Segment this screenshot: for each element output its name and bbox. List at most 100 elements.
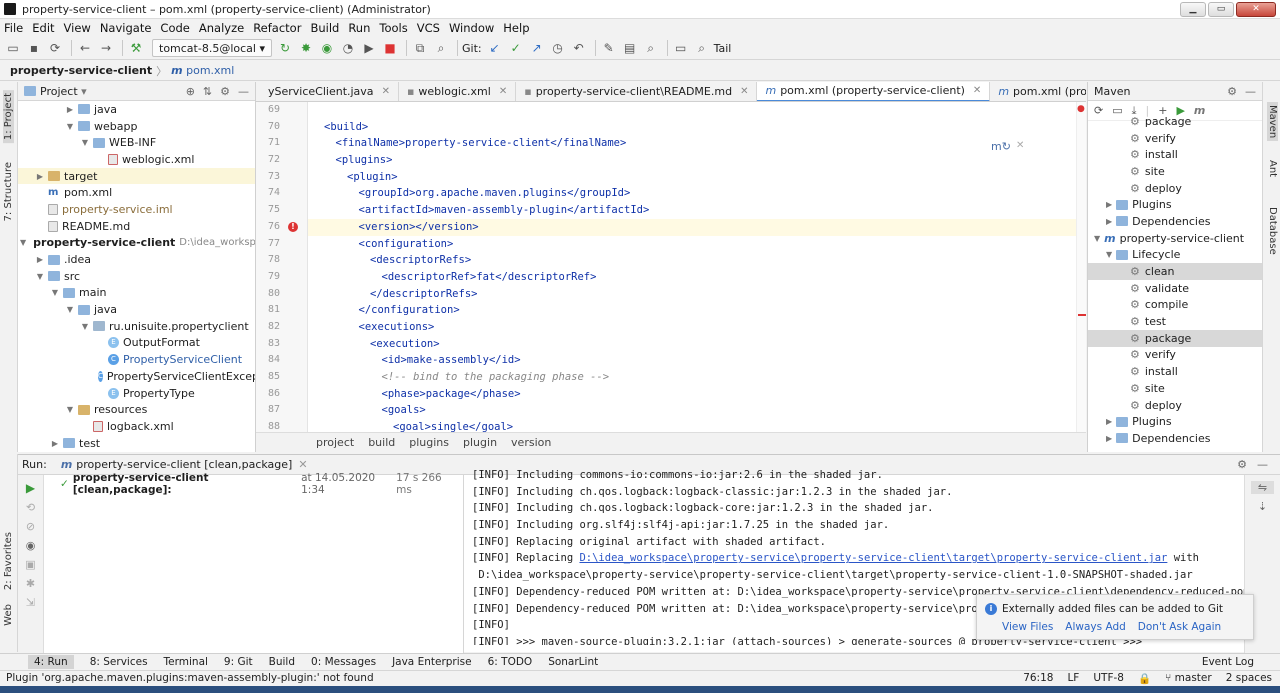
project-tool-tab[interactable]: 1: Project [3, 90, 14, 144]
back-icon[interactable]: ← [76, 40, 94, 56]
git-push-icon[interactable]: ↗ [528, 40, 546, 56]
code-line[interactable]: 83 <execution> [268, 336, 1086, 353]
menu-analyze[interactable]: Analyze [199, 21, 244, 35]
expand-arrow-icon[interactable]: ▼ [1094, 234, 1100, 243]
tree-item[interactable]: E OutputFormat [18, 335, 255, 352]
reload-icon[interactable]: ⟳ [1094, 104, 1103, 117]
maven-tree-item[interactable]: ⚙ install [1088, 146, 1262, 163]
tree-item[interactable]: ▶ java [18, 101, 255, 118]
settings-wrench-icon[interactable]: ✎ [600, 40, 618, 56]
menu-edit[interactable]: Edit [32, 21, 54, 35]
status-message[interactable]: Plugin 'org.apache.maven.plugins:maven-a… [6, 672, 374, 684]
gear-icon[interactable]: ⚙ [220, 85, 230, 98]
maven-tree-item[interactable]: ⚙ deploy [1088, 180, 1262, 197]
menu-tools[interactable]: Tools [379, 21, 407, 35]
error-stripe[interactable]: ● [1076, 102, 1086, 432]
tree-item[interactable]: ▼ ru.unisuite.propertyclient [18, 318, 255, 335]
hide-icon[interactable]: — [238, 85, 249, 98]
editor-tab[interactable]: ▪ weblogic.xml ✕ [399, 82, 517, 101]
error-mark[interactable] [1078, 314, 1086, 316]
tree-item[interactable]: weblogic.xml [18, 151, 255, 168]
coverage-icon[interactable]: ◉ [318, 40, 336, 56]
revert-icon[interactable]: ↶ [570, 40, 588, 56]
sync-icon[interactable]: ⟳ [46, 40, 64, 56]
code-line[interactable]: 75 <artifactId>maven-assembly-plugin</art… [268, 202, 1086, 219]
run-config-select[interactable]: tomcat-8.5@local ▾ [152, 39, 272, 57]
build-hammer-icon[interactable]: ⚒ [127, 40, 145, 56]
run-tree-item[interactable]: ✓ property-service-client [clean,package… [44, 472, 463, 496]
console-link[interactable]: D:\idea_workspace\property-service\prope… [579, 552, 1167, 564]
project-panel-title[interactable]: Project [40, 85, 78, 98]
event-log-button[interactable]: Event Log [1202, 656, 1254, 668]
code-line[interactable]: 80 </descriptorRefs> [268, 286, 1086, 303]
tab-close-icon[interactable]: ✕ [382, 86, 390, 97]
web-tool-tab[interactable]: Web [3, 604, 14, 626]
lock-icon[interactable]: 🔒 [1138, 672, 1151, 685]
bottom-tab[interactable]: 4: Run [28, 655, 74, 669]
tail-button[interactable]: Tail [714, 42, 732, 55]
code-line[interactable]: 72 <plugins> [268, 152, 1086, 169]
forward-icon[interactable]: → [97, 40, 115, 56]
run-icon[interactable]: ▶ [360, 40, 378, 56]
skip-tests-icon[interactable]: ⊘ [18, 520, 43, 533]
code-line[interactable]: 78 <descriptorRefs> [268, 252, 1086, 269]
terminal-icon[interactable]: ▭ [672, 40, 690, 56]
tree-item[interactable]: ▶ test [18, 435, 255, 452]
notification-action-don-t-ask-again[interactable]: Don't Ask Again [1138, 621, 1221, 633]
structure-tool-tab[interactable]: 7: Structure [3, 162, 14, 221]
favorites-tool-tab[interactable]: 2: Favorites [3, 532, 14, 590]
menu-build[interactable]: Build [310, 21, 339, 35]
tree-item[interactable]: E PropertyType [18, 385, 255, 402]
code-line[interactable]: 84 <id>make-assembly</id> [268, 352, 1086, 369]
bottom-tab[interactable]: Build [269, 656, 295, 668]
bottom-tab[interactable]: Java Enterprise [392, 656, 472, 668]
maven-tree-item[interactable]: ⚙ site [1088, 163, 1262, 180]
maven-tool-tab[interactable]: Maven [1267, 102, 1278, 142]
bottom-tab[interactable]: 0: Messages [311, 656, 376, 668]
expand-arrow-icon[interactable]: ▶ [1106, 217, 1112, 226]
code-line[interactable]: 73 <plugin> [268, 169, 1086, 186]
close-button[interactable]: ✕ [1236, 1, 1276, 17]
notification-action-view-files[interactable]: View Files [1002, 621, 1053, 633]
stop-icon[interactable]: ■ [381, 40, 399, 56]
bottom-tab[interactable]: 6: TODO [488, 656, 533, 668]
code-area[interactable]: 69 70 <build> 71 <finalName>property-service… [268, 102, 1086, 433]
add-project-icon[interactable]: ▭ [1112, 104, 1122, 117]
editor-tab[interactable]: yServiceClient.java ✕ [256, 82, 399, 101]
line-separator[interactable]: LF [1067, 672, 1079, 685]
error-icon[interactable]: ! [288, 221, 298, 232]
editor-tab[interactable]: mpom.xml (property-service)✕ [990, 82, 1086, 101]
menu-navigate[interactable]: Navigate [100, 21, 152, 35]
maven-tree-item[interactable]: ⚙ site [1088, 380, 1262, 397]
expand-arrow-icon[interactable]: ▼ [1106, 250, 1112, 259]
tree-item[interactable]: ▶ target [18, 167, 255, 185]
maven-tree-item[interactable]: ⚙ package [1088, 329, 1262, 347]
tree-item[interactable]: ▼ resources [18, 401, 255, 418]
maven-tree-item[interactable]: ▼ m property-service-client [1088, 230, 1262, 247]
breadcrumb-item[interactable]: plugin [463, 436, 497, 449]
toggle-offline-icon[interactable]: ⟲ [18, 501, 43, 514]
history-icon[interactable]: ◷ [549, 40, 567, 56]
tree-item[interactable]: C PropertyServiceClient [18, 351, 255, 368]
expand-arrow-icon[interactable]: ▶ [1106, 434, 1112, 443]
code-line[interactable]: 71 <finalName>property-service-client</fi… [268, 135, 1086, 152]
bottom-tab[interactable]: 8: Services [90, 656, 148, 668]
maven-tree-item[interactable]: ⚙ install [1088, 363, 1262, 380]
menu-vcs[interactable]: VCS [417, 21, 440, 35]
bottom-tab[interactable]: 9: Git [224, 656, 253, 668]
profile-icon[interactable]: ◔ [339, 40, 357, 56]
maven-tree-item[interactable]: ▶ Dependencies [1088, 213, 1262, 230]
caret-position[interactable]: 76:18 [1023, 672, 1053, 685]
maven-tree-item[interactable]: ▼ Lifecycle [1088, 247, 1262, 264]
maven-reload-icon[interactable]: m↻ [991, 140, 1011, 153]
tree-item[interactable]: ▼ WEB-INF [18, 134, 255, 151]
scroll-to-end-icon[interactable]: ⇣ [1245, 500, 1280, 513]
run-tab-close-icon[interactable]: ✕ [298, 458, 307, 471]
show-icon[interactable]: ◉ [18, 539, 43, 552]
maven-tree-item[interactable]: ▶ Plugins [1088, 196, 1262, 213]
hide-icon[interactable]: — [1245, 85, 1256, 98]
camera-icon[interactable]: ▣ [18, 558, 43, 571]
search-icon[interactable]: ⌕ [432, 40, 450, 56]
menu-help[interactable]: Help [503, 21, 529, 35]
hide-icon[interactable]: — [1257, 458, 1268, 471]
